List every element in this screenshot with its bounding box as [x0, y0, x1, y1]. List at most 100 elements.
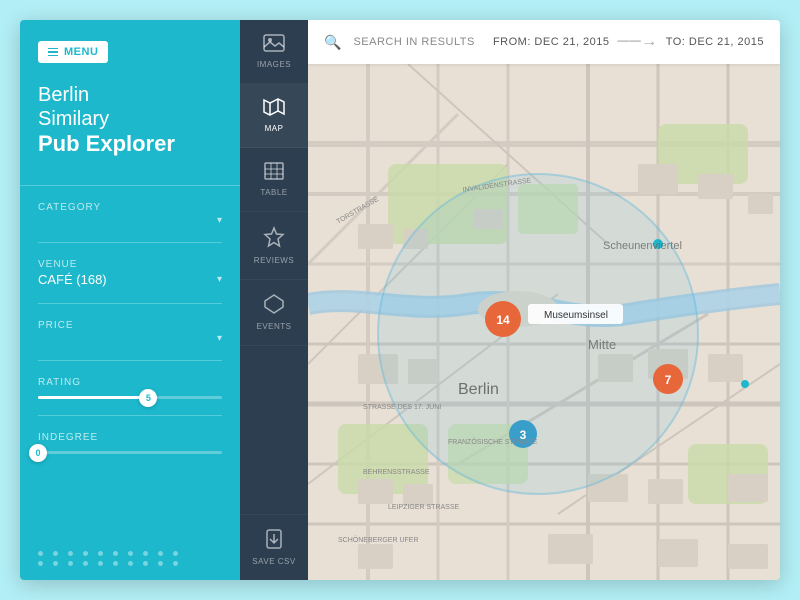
map-icon [263, 98, 285, 119]
dot-decoration [98, 551, 103, 556]
indegree-value: 0 [35, 448, 40, 458]
reviews-icon [263, 226, 285, 251]
nav-item-reviews[interactable]: REVIEWS [240, 212, 308, 280]
dot-decoration [128, 561, 133, 566]
from-date: FROM: DEC 21, 2015 [493, 36, 610, 48]
filter-venue[interactable]: VENUE CAFÉ (168) ▾ [38, 259, 222, 304]
filter-indegree: INDEGREE 0 [38, 432, 222, 454]
rating-slider-thumb[interactable]: 5 [139, 389, 157, 407]
venue-arrow-icon: ▾ [217, 274, 222, 285]
indegree-slider-thumb[interactable]: 0 [29, 444, 47, 462]
table-icon [264, 162, 284, 183]
filter-price[interactable]: PRICE ▾ [38, 320, 222, 361]
menu-button[interactable]: MENU [38, 41, 108, 63]
nav-item-events[interactable]: EVENTS [240, 280, 308, 346]
dot-decoration [128, 551, 133, 556]
save-csv-label: SAVE CSV [252, 557, 295, 566]
svg-text:Mitte: Mitte [588, 337, 616, 352]
nav-reviews-label: REVIEWS [254, 256, 294, 265]
sidebar: MENU Berlin Similary Pub Explorer CATEGO… [20, 20, 240, 580]
dot-decoration [158, 551, 163, 556]
category-label: CATEGORY [38, 202, 222, 213]
nav-images-label: IMAGES [257, 60, 291, 69]
map-header: 🔍 SEARCH IN RESULTS FROM: DEC 21, 2015 ─… [308, 20, 780, 64]
icon-nav: IMAGES MAP TAB [240, 20, 308, 580]
rating-value: 5 [146, 393, 151, 403]
svg-text:SCHÖNEBERGER UFER: SCHÖNEBERGER UFER [338, 536, 419, 544]
date-arrow-icon: ──→ [618, 33, 658, 51]
app-title: Berlin Similary Pub Explorer [38, 83, 222, 157]
map-background[interactable]: 14 7 3 Museumsinsel Berlin Mitte [308, 64, 780, 580]
nav-item-map[interactable]: MAP [240, 84, 308, 148]
filter-rating: RATING 5 [38, 377, 222, 399]
dot-decoration [83, 561, 88, 566]
filter-section: CATEGORY ▾ VENUE CAFÉ (168) ▾ PRICE [20, 202, 240, 537]
menu-icon [48, 48, 58, 57]
divider-rating [38, 415, 222, 416]
svg-text:7: 7 [665, 373, 672, 387]
rating-slider-fill [38, 396, 148, 399]
app-title-line1: Berlin [38, 83, 222, 107]
svg-text:STRASSE DES 17. JUNI: STRASSE DES 17. JUNI [363, 404, 441, 411]
svg-text:Scheunenviertel: Scheunenviertel [603, 240, 682, 252]
sidebar-top: MENU Berlin Similary Pub Explorer [20, 20, 240, 169]
svg-text:Berlin: Berlin [458, 381, 499, 398]
indegree-slider-track[interactable]: 0 [38, 451, 222, 454]
price-arrow-icon: ▾ [217, 333, 222, 344]
svg-text:BEHRENSSTRASSE: BEHRENSSTRASSE [363, 469, 430, 476]
nav-events-label: EVENTS [256, 322, 291, 331]
dot-decoration [68, 561, 73, 566]
svg-text:14: 14 [496, 313, 510, 327]
price-label: PRICE [38, 320, 222, 331]
divider-price [38, 360, 222, 361]
rating-slider-track[interactable]: 5 [38, 396, 222, 399]
venue-text: CAFÉ (168) [38, 272, 107, 287]
menu-label: MENU [64, 46, 98, 58]
nav-item-images[interactable]: IMAGES [240, 20, 308, 84]
dot-decoration [173, 551, 178, 556]
dot-decoration [68, 551, 73, 556]
nav-item-table[interactable]: TABLE [240, 148, 308, 212]
search-text[interactable]: SEARCH IN RESULTS [353, 36, 481, 48]
category-arrow-icon: ▾ [217, 215, 222, 226]
svg-text:Museumsinsel: Museumsinsel [544, 310, 608, 321]
dot-decoration [113, 551, 118, 556]
events-icon [264, 294, 284, 317]
price-value[interactable]: ▾ [38, 333, 222, 344]
filter-category[interactable]: CATEGORY ▾ [38, 202, 222, 243]
map-area: 🔍 SEARCH IN RESULTS FROM: DEC 21, 2015 ─… [308, 20, 780, 580]
app-title-line2: Similary [38, 107, 222, 131]
dot-decoration [98, 561, 103, 566]
save-csv-icon [264, 529, 284, 552]
venue-value[interactable]: CAFÉ (168) ▾ [38, 272, 222, 287]
dot-decoration [83, 551, 88, 556]
nav-item-save-csv[interactable]: SAVE CSV [240, 514, 308, 580]
divider-venue [38, 303, 222, 304]
dot-decoration [53, 561, 58, 566]
dot-decoration [143, 551, 148, 556]
map-svg: 14 7 3 Museumsinsel Berlin Mitte [308, 64, 780, 580]
divider-cat [38, 242, 222, 243]
nav-map-label: MAP [265, 124, 284, 133]
date-range: FROM: DEC 21, 2015 ──→ TO: DEC 21, 2015 [493, 33, 764, 51]
search-icon: 🔍 [324, 34, 341, 51]
nav-table-label: TABLE [260, 188, 287, 197]
venue-label: VENUE [38, 259, 222, 270]
dot-decoration [53, 551, 58, 556]
dot-decoration [38, 561, 43, 566]
rating-label: RATING [38, 377, 222, 388]
category-value[interactable]: ▾ [38, 215, 222, 226]
indegree-label: INDEGREE [38, 432, 222, 443]
dot-decoration [38, 551, 43, 556]
divider-1 [20, 185, 240, 186]
dot-decoration [158, 561, 163, 566]
dot-decoration [173, 561, 178, 566]
dot-decoration [143, 561, 148, 566]
to-date: TO: DEC 21, 2015 [666, 36, 764, 48]
svg-text:FRANZÖSISCHE STRASSE: FRANZÖSISCHE STRASSE [448, 438, 538, 446]
dot-decoration [113, 561, 118, 566]
dots-grid [20, 537, 240, 580]
app-title-line3: Pub Explorer [38, 131, 222, 157]
svg-text:LEIPZIGER STRASSE: LEIPZIGER STRASSE [388, 504, 460, 511]
images-icon [263, 34, 285, 55]
